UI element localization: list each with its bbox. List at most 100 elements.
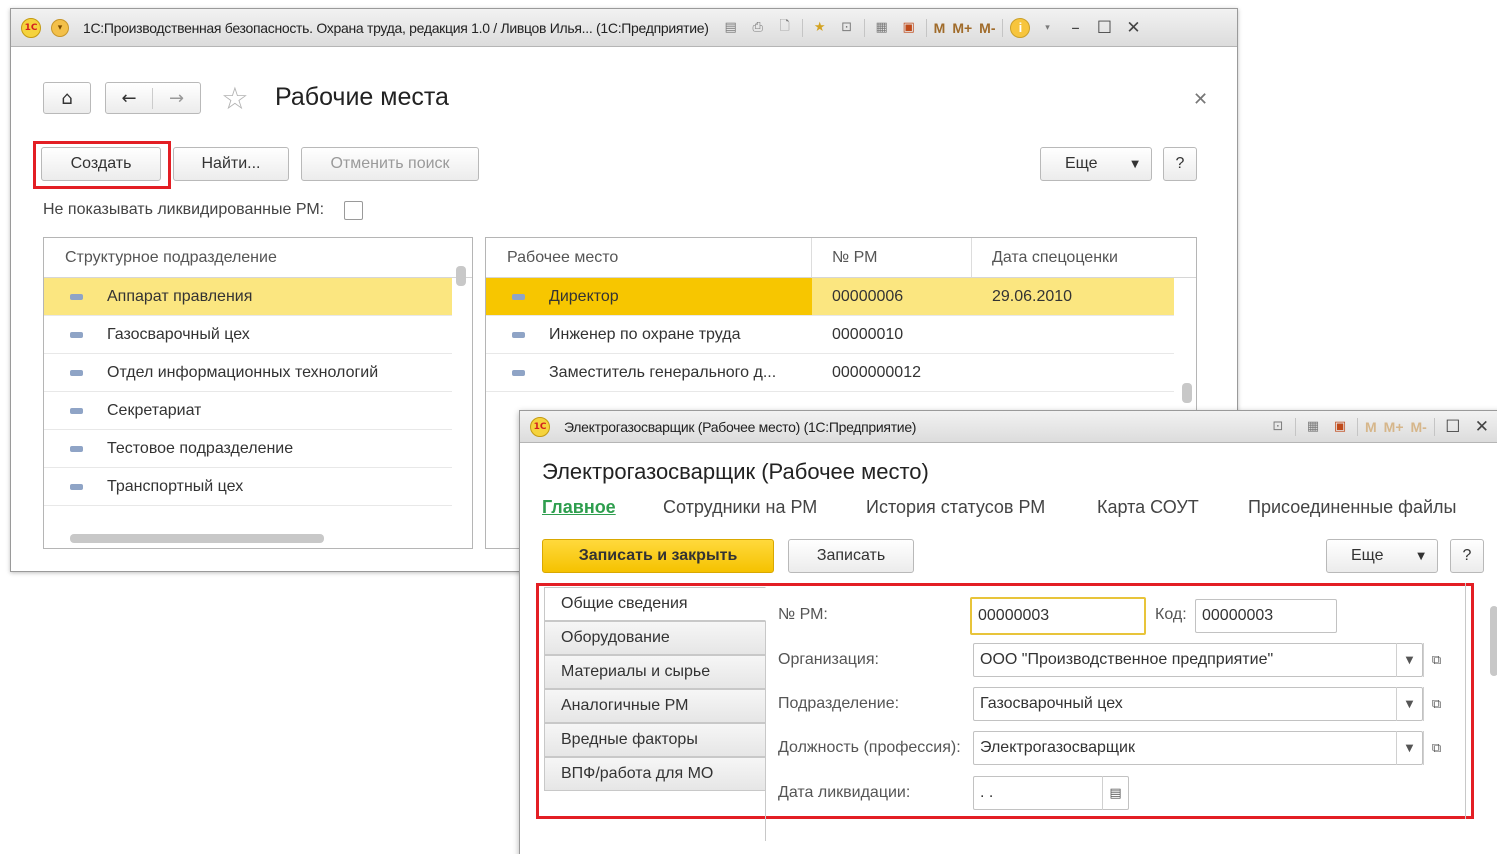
list-item[interactable]: Секретариат: [44, 392, 452, 430]
memory-m-button[interactable]: M: [934, 20, 946, 36]
minimize-icon[interactable]: –: [1064, 18, 1086, 38]
form-vscroll[interactable]: [1490, 606, 1497, 676]
home-button[interactable]: ⌂: [43, 82, 91, 114]
sidetab-equipment[interactable]: Оборудование: [544, 621, 766, 655]
table-cell-name: Заместитель генерального д...: [486, 364, 812, 382]
dash-icon: [70, 483, 83, 490]
divider: [1465, 583, 1466, 819]
separator: [1433, 417, 1435, 436]
save-button[interactable]: Записать: [788, 539, 914, 573]
column-header-workplace[interactable]: Рабочее место: [486, 238, 812, 277]
sidetab-hazards[interactable]: Вредные факторы: [544, 723, 766, 757]
close-window-icon[interactable]: ✕: [1471, 417, 1493, 437]
column-header-date[interactable]: Дата спецоценки: [972, 249, 1118, 267]
dept-field[interactable]: Газосварочный цех: [973, 687, 1423, 721]
main-menu-icon[interactable]: ▾: [51, 18, 69, 37]
tab-employees[interactable]: Сотрудники на РМ: [663, 497, 817, 518]
chevron-down-icon[interactable]: ▼: [1396, 687, 1422, 721]
chevron-down-icon[interactable]: ▼: [1396, 643, 1422, 677]
workplaces-vscroll[interactable]: [1182, 383, 1192, 403]
maximize-icon[interactable]: ☐: [1093, 18, 1115, 38]
memory-plus-button[interactable]: M+: [1384, 419, 1404, 435]
hide-liquidated-checkbox[interactable]: [344, 201, 363, 220]
favorite-star-icon[interactable]: ☆: [221, 81, 249, 117]
table-row[interactable]: Инженер по охране труда 00000010: [486, 316, 1174, 354]
num-field[interactable]: 00000003: [970, 597, 1146, 635]
1c-logo-icon[interactable]: 1C: [530, 416, 550, 437]
find-button[interactable]: Найти...: [173, 147, 289, 181]
calculator-icon[interactable]: ▦: [872, 18, 892, 38]
open-dept-icon[interactable]: ⧉: [1423, 687, 1449, 721]
open-position-icon[interactable]: ⧉: [1423, 731, 1449, 765]
favorites-icon[interactable]: ★: [810, 18, 830, 38]
print-icon[interactable]: ⎙: [748, 18, 768, 38]
sidetab-general[interactable]: Общие сведения: [544, 587, 766, 621]
code-label: Код:: [1155, 606, 1187, 623]
list-item[interactable]: Аппарат правления: [44, 278, 452, 316]
close-form-icon[interactable]: ✕: [1193, 89, 1208, 110]
dash-icon: [512, 369, 525, 376]
calculator-icon[interactable]: ▦: [1303, 417, 1323, 437]
info-dropdown-icon[interactable]: ▾: [1037, 18, 1057, 38]
more-button[interactable]: Еще ▼: [1326, 539, 1438, 573]
help-button[interactable]: ?: [1163, 147, 1197, 181]
memory-minus-button[interactable]: M-: [979, 20, 995, 36]
list-item-label: Тестовое подразделение: [107, 439, 294, 457]
preview-icon[interactable]: 🗋: [775, 18, 795, 38]
dash-icon: [70, 293, 83, 300]
sidetab-materials[interactable]: Материалы и сырье: [544, 655, 766, 689]
org-label: Организация:: [778, 651, 879, 668]
cancel-search-button[interactable]: Отменить поиск: [301, 147, 479, 181]
tab-sout-card[interactable]: Карта СОУТ: [1097, 497, 1199, 518]
org-field[interactable]: ООО "Производственное предприятие": [973, 643, 1423, 677]
departments-vscroll[interactable]: [456, 266, 466, 286]
chevron-down-icon[interactable]: ▼: [1396, 731, 1422, 765]
more-button[interactable]: Еще ▼: [1040, 147, 1152, 181]
save-and-close-button[interactable]: Записать и закрыть: [542, 539, 774, 573]
divider: [765, 789, 766, 841]
close-window-icon[interactable]: ✕: [1122, 18, 1144, 38]
sidetab-vpf[interactable]: ВПФ/работа для МО: [544, 757, 766, 791]
create-button[interactable]: Создать: [41, 147, 161, 181]
tab-attached-files[interactable]: Присоединенные файлы: [1248, 497, 1457, 518]
code-field[interactable]: 00000003: [1195, 599, 1337, 633]
memory-plus-button[interactable]: M+: [952, 20, 972, 36]
maximize-icon[interactable]: ☐: [1442, 417, 1464, 437]
position-field[interactable]: Электрогазосварщик: [973, 731, 1423, 765]
table-row[interactable]: Директор 00000006 29.06.2010: [486, 278, 1174, 316]
tab-status-history[interactable]: История статусов РМ: [866, 497, 1045, 518]
bookmark-icon[interactable]: ⊡: [837, 18, 857, 38]
list-item[interactable]: Отдел информационных технологий: [44, 354, 452, 392]
workplace-form-window: 1C Электрогазосварщик (Рабочее место) (1…: [519, 410, 1497, 854]
separator: [925, 18, 927, 37]
list-item[interactable]: Газосварочный цех: [44, 316, 452, 354]
departments-hscroll[interactable]: [70, 534, 324, 543]
column-header-num[interactable]: № РМ: [812, 238, 972, 277]
save-icon[interactable]: ▤: [721, 18, 741, 38]
1c-logo-icon[interactable]: 1C: [21, 17, 41, 38]
table-cell-name: Инженер по охране труда: [486, 326, 812, 344]
memory-m-button[interactable]: M: [1365, 419, 1377, 435]
departments-list: Структурное подразделение Аппарат правле…: [43, 237, 473, 549]
departments-header-label: Структурное подразделение: [65, 248, 277, 266]
back-icon[interactable]: ←: [106, 87, 153, 109]
list-item[interactable]: Тестовое подразделение: [44, 430, 452, 468]
tab-main[interactable]: Главное: [542, 497, 616, 518]
calendar-icon[interactable]: ▣: [899, 18, 919, 38]
form-titlebar-toolbar: ⊡ ▦ ▣ M M+ M- ☐ ✕: [1268, 417, 1493, 437]
sidetab-similar[interactable]: Аналогичные РМ: [544, 689, 766, 723]
list-item-label: Газосварочный цех: [107, 325, 250, 343]
bookmark-icon[interactable]: ⊡: [1268, 417, 1288, 437]
calendar-picker-icon[interactable]: ▤: [1102, 776, 1128, 810]
table-cell-num: 00000010: [832, 325, 904, 343]
calendar-icon[interactable]: ▣: [1330, 417, 1350, 437]
table-cell-date: 29.06.2010: [972, 278, 1174, 315]
table-cell-num: 00000006: [812, 278, 972, 315]
open-org-icon[interactable]: ⧉: [1423, 643, 1449, 677]
list-item[interactable]: Транспортный цех: [44, 468, 452, 506]
forward-icon[interactable]: →: [153, 88, 200, 109]
table-row[interactable]: Заместитель генерального д... 0000000012: [486, 354, 1174, 392]
memory-minus-button[interactable]: M-: [1411, 419, 1427, 435]
help-button[interactable]: ?: [1450, 539, 1484, 573]
info-icon[interactable]: i: [1010, 17, 1031, 38]
